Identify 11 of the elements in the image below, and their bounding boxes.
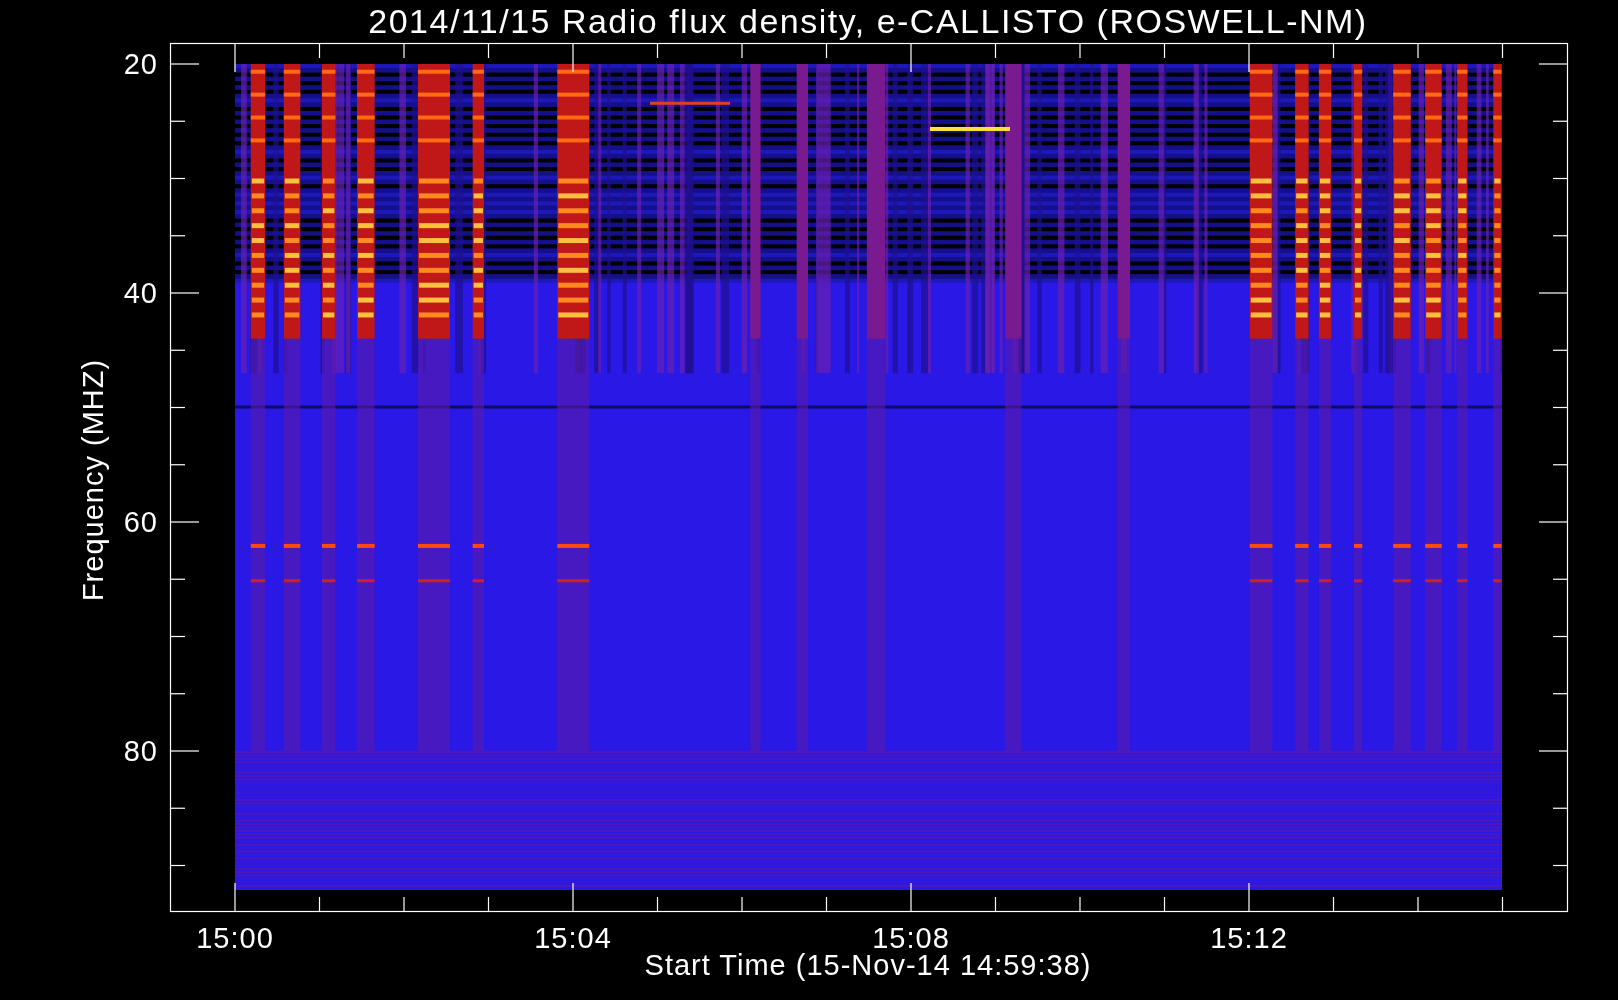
axis-tick-label: 15:08 bbox=[872, 924, 950, 953]
axis-tick-label: 80 bbox=[123, 736, 158, 766]
axis-title: Start Time (15-Nov-14 14:59:38) bbox=[644, 951, 1092, 980]
axis-tick-label: 15:12 bbox=[1210, 924, 1288, 953]
axis-tick-label: 60 bbox=[123, 507, 158, 537]
axis-tick-label: 40 bbox=[123, 278, 158, 308]
axis-tick-label: 20 bbox=[123, 49, 158, 79]
axis-tick-label: 15:00 bbox=[196, 924, 274, 953]
chart-title: 2014/11/15 Radio flux density, e-CALLISTO (ROSWELL-NM) bbox=[368, 4, 1368, 38]
axis-title: Frequency (MHZ) bbox=[78, 358, 108, 602]
axis-tick-label: 15:04 bbox=[534, 924, 612, 953]
